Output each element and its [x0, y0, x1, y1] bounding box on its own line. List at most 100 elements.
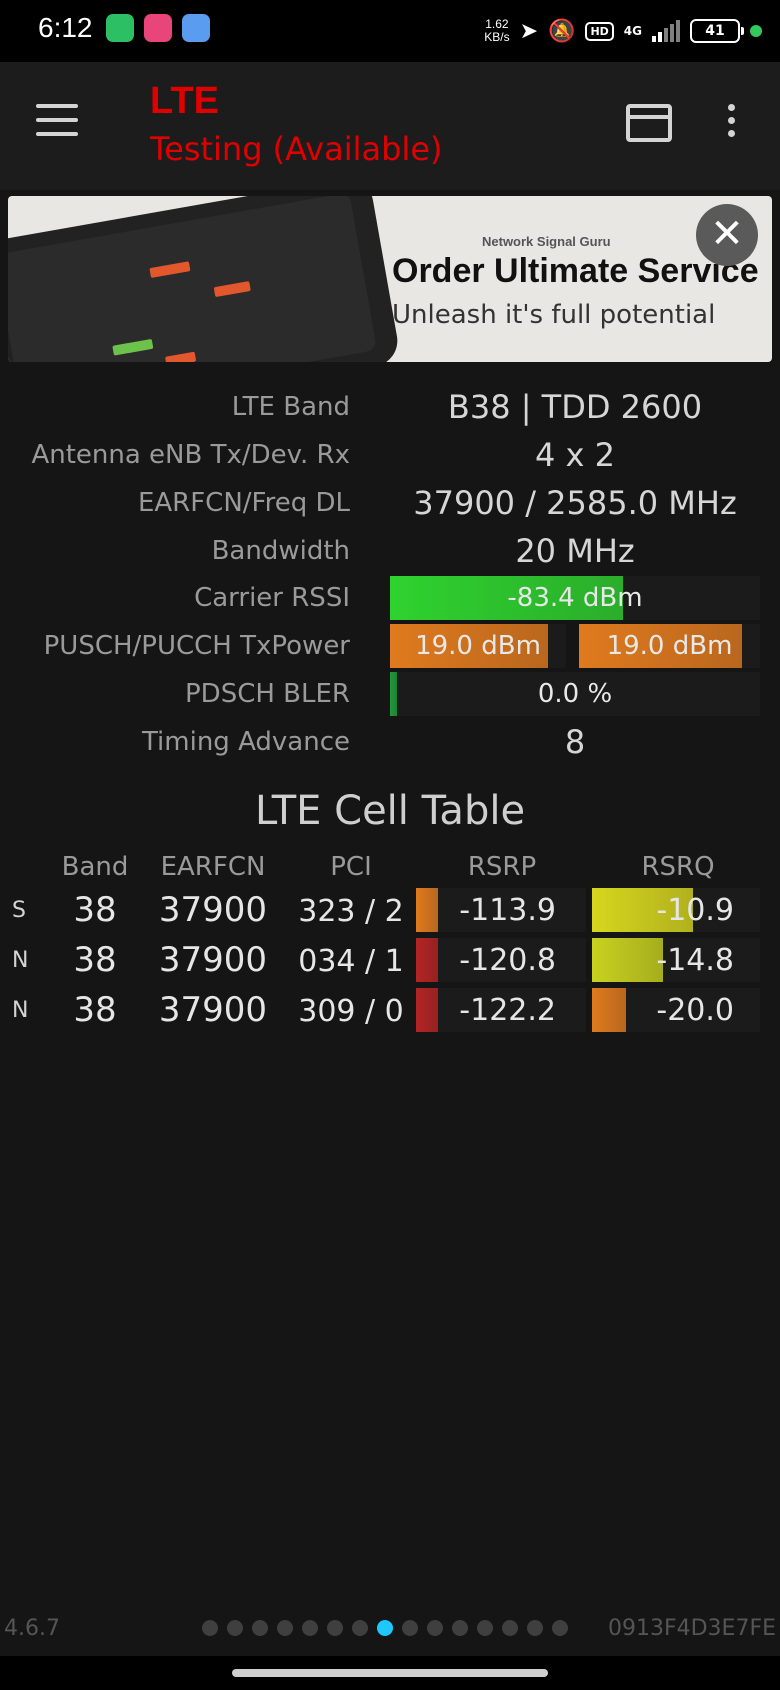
rsrq-fill	[592, 988, 626, 1032]
header-earfcn: EARFCN	[160, 852, 266, 882]
pucch-bar: 19.0 dBm	[579, 624, 760, 668]
page-dot[interactable]	[477, 1620, 493, 1636]
rsrq-value: -10.9	[656, 892, 734, 928]
header-pci: PCI	[330, 852, 372, 882]
txpower-label: PUSCH/PUCCH TxPower	[43, 631, 350, 661]
page-dot[interactable]	[202, 1620, 218, 1636]
device-id: 0913F4D3E7FE	[607, 1616, 776, 1641]
rsrp-fill	[416, 888, 438, 932]
ad-headline: Order Ultimate Service	[392, 252, 759, 290]
cell-pci: 309 / 0	[298, 994, 404, 1029]
bler-bar: 0.0 %	[390, 672, 760, 716]
rsrp-value: -122.2	[459, 992, 556, 1028]
rsrp-bar: -122.2	[416, 988, 586, 1032]
header-band: Band	[61, 852, 129, 882]
page-dot[interactable]	[327, 1620, 343, 1636]
rsrq-fill	[592, 938, 663, 982]
page-dot[interactable]	[402, 1620, 418, 1636]
rsrp-value: -120.8	[459, 942, 556, 978]
app-notification-icon	[106, 14, 134, 42]
rssi-label: Carrier RSSI	[194, 583, 350, 613]
cell-earfcn: 37900	[158, 890, 268, 930]
cell-table-title: LTE Cell Table	[254, 788, 526, 834]
page-dot[interactable]	[502, 1620, 518, 1636]
antenna-value: 4 x 2	[535, 436, 615, 474]
rsrp-bar: -120.8	[416, 938, 586, 982]
page-dot[interactable]	[227, 1620, 243, 1636]
earfcn-value: 37900 / 2585.0 MHz	[413, 484, 737, 522]
hd-badge: HD	[585, 21, 614, 41]
bandwidth-value: 20 MHz	[515, 532, 635, 570]
pusch-value: 19.0 dBm	[415, 631, 541, 661]
page-dot[interactable]	[252, 1620, 268, 1636]
location-arrow-icon: ➤	[519, 18, 539, 44]
rssi-bar: -83.4 dBm	[390, 576, 760, 620]
header-rsrp: RSRP	[467, 852, 537, 882]
page-dot[interactable]	[552, 1620, 568, 1636]
bell-off-icon: 🔕	[548, 18, 576, 44]
more-vert-icon[interactable]	[728, 104, 736, 143]
phone-image	[8, 196, 402, 362]
signal-icon	[652, 20, 680, 42]
navigation-bar	[0, 1656, 780, 1690]
clock: 6:12	[38, 12, 93, 43]
rsrq-value: -20.0	[656, 992, 734, 1028]
page-dot[interactable]	[277, 1620, 293, 1636]
ad-tagline: Unleash it's full potential	[392, 300, 716, 330]
cell-type: N	[12, 998, 29, 1023]
battery-icon: 41	[690, 19, 744, 43]
earfcn-label: EARFCN/Freq DL	[137, 488, 350, 518]
page-subtitle: Testing (Available)	[150, 130, 443, 168]
rsrp-fill	[416, 938, 438, 982]
cell-type: N	[12, 948, 29, 973]
cell-band: 38	[73, 990, 117, 1030]
rsrq-bar: -20.0	[592, 988, 760, 1032]
page-dot[interactable]	[302, 1620, 318, 1636]
ad-banner[interactable]: Network Signal Guru Order Ultimate Servi…	[8, 196, 772, 362]
app-version: 4.6.7	[4, 1616, 60, 1641]
bandwidth-label: Bandwidth	[211, 536, 350, 566]
rsrq-bar: -14.8	[592, 938, 760, 982]
cell-band: 38	[73, 940, 117, 980]
bler-label: PDSCH BLER	[185, 679, 350, 709]
privacy-indicator	[750, 25, 762, 37]
card-icon[interactable]	[626, 104, 672, 142]
ad-brand: Network Signal Guru	[482, 234, 611, 249]
rsrq-value: -14.8	[656, 942, 734, 978]
cell-band: 38	[73, 890, 117, 930]
page-dot[interactable]	[427, 1620, 443, 1636]
network-type: 4G	[623, 24, 642, 38]
close-icon[interactable]: ✕	[696, 204, 758, 266]
page-dot[interactable]	[527, 1620, 543, 1636]
app-notification-icon	[144, 14, 172, 42]
app-bar: LTE Testing (Available)	[0, 62, 780, 190]
lte-band-label: LTE Band	[231, 392, 350, 422]
antenna-label: Antenna eNB Tx/Dev. Rx	[31, 440, 350, 470]
page-dot[interactable]	[352, 1620, 368, 1636]
network-speed: 1.62 KB/s	[484, 17, 510, 44]
page-indicator[interactable]	[202, 1620, 568, 1636]
timing-advance-value: 8	[564, 723, 586, 761]
pusch-bar: 19.0 dBm	[390, 624, 566, 668]
cell-type: S	[12, 898, 26, 923]
rsrp-fill	[416, 988, 438, 1032]
rsrp-value: -113.9	[459, 892, 556, 928]
pucch-value: 19.0 dBm	[606, 631, 733, 661]
rsrp-bar: -113.9	[416, 888, 586, 932]
page-dot[interactable]	[452, 1620, 468, 1636]
cell-earfcn: 37900	[158, 990, 268, 1030]
timing-advance-label: Timing Advance	[141, 727, 350, 757]
cell-pci: 034 / 1	[298, 944, 404, 979]
page-dot[interactable]	[377, 1620, 393, 1636]
page-title: LTE	[150, 80, 219, 122]
bler-value: 0.0 %	[537, 679, 613, 709]
lte-band-value: B38 | TDD 2600	[447, 388, 703, 426]
rssi-value: -83.4 dBm	[507, 583, 643, 613]
header-rsrq: RSRQ	[641, 852, 715, 882]
home-indicator[interactable]	[232, 1669, 548, 1677]
app-notification-icon	[182, 14, 210, 42]
menu-icon[interactable]	[36, 104, 78, 136]
rsrq-bar: -10.9	[592, 888, 760, 932]
status-bar: 6:12 1.62 KB/s ➤ 🔕 HD 4G 41	[0, 0, 780, 62]
cell-earfcn: 37900	[158, 940, 268, 980]
